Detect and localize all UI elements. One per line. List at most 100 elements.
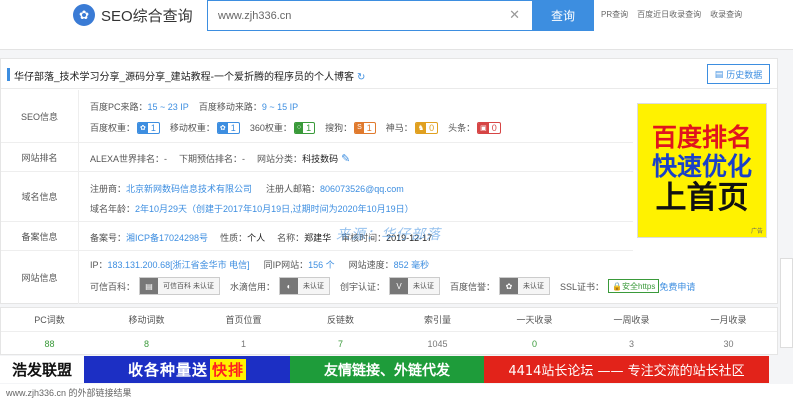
category-value: 科技数码 bbox=[302, 154, 339, 164]
mobile-weight-badge[interactable]: ✿ 1 bbox=[216, 121, 240, 134]
baike-label: 可信百科： bbox=[90, 281, 136, 292]
seo-line2: 百度权重： ✿ 1 移动权重： ✿ 1 360权重： ○ 1 搜狗： S1 神马： ♞… bbox=[90, 121, 501, 134]
stats-header: 首页位置 bbox=[225, 315, 262, 325]
shuiyu-label: 水滴信用： bbox=[229, 281, 275, 292]
side-float-panel[interactable] bbox=[780, 258, 793, 348]
stats-header: PC词数 bbox=[34, 315, 65, 325]
baike-badge[interactable]: ▤ 可信百科 未认证 bbox=[139, 277, 220, 295]
mobile-weight-label: 移动权重： bbox=[169, 123, 215, 133]
ad-banner-right[interactable]: 百度排名 快速优化 上首页 广告 bbox=[637, 103, 767, 238]
icp-number-value[interactable]: 湘ICP备17024298号 bbox=[126, 231, 208, 244]
server-line1: IP： 183.131.200.68[浙江省金华市 电信] 同IP网站： 156… bbox=[90, 258, 429, 271]
ad-youlian[interactable]: 友情链接、外链代发 bbox=[290, 356, 484, 383]
toutiao-label: 头条： bbox=[448, 123, 476, 133]
sogou-badge[interactable]: S1 bbox=[354, 121, 376, 134]
ad-line3: 上首页 bbox=[655, 180, 749, 217]
search-box: ✕ bbox=[207, 0, 533, 31]
history-data-button[interactable]: ▤ 历史数据 bbox=[707, 64, 770, 84]
shield-icon: V bbox=[390, 278, 408, 294]
baidu-weight-badge[interactable]: ✿ 1 bbox=[137, 121, 160, 134]
ssl-label: SSL证书： bbox=[560, 281, 605, 292]
stats-header-row: PC词数 移动词数 首页位置 反链数 索引量 一天收录 一周收录 一月收录 bbox=[1, 308, 777, 332]
s-icon: S bbox=[355, 122, 364, 133]
stats-value: 1045 bbox=[427, 338, 448, 349]
link-index-query[interactable]: 收录查询 bbox=[710, 9, 742, 20]
pc-source-label: 百度PC来路： bbox=[90, 102, 148, 112]
domain-line2: 域名年龄： 2年10月29天（创建于2017年10月19日,过期时间为2020年… bbox=[90, 202, 414, 215]
stats-value[interactable]: 8 bbox=[98, 332, 195, 355]
watermark: 来源：华仔部落 bbox=[336, 227, 441, 243]
forecast-label: 下期预估排名： bbox=[179, 154, 243, 164]
forecast-value: - bbox=[242, 153, 246, 164]
stats-header: 移动词数 bbox=[128, 315, 165, 325]
name-value: 郑建华 bbox=[304, 233, 332, 243]
refresh-icon[interactable]: ↻ bbox=[357, 72, 365, 83]
search-button[interactable]: 查询 bbox=[532, 0, 594, 31]
link-pr-query[interactable]: PR查询 bbox=[601, 9, 628, 20]
stats-header: 反链数 bbox=[326, 315, 354, 325]
registrar-label: 注册商： bbox=[90, 184, 127, 194]
site-logo[interactable]: ✿ SEO综合查询 bbox=[73, 4, 193, 26]
mobile-source-value[interactable]: 9 ~ 15 IP bbox=[262, 102, 298, 112]
speed-value: 852 毫秒 bbox=[393, 260, 430, 270]
rank-line: ALEXA世界排名： - 下期预估排名： - 网站分类： 科技数码 ✎ bbox=[90, 152, 350, 165]
stats-value: 30 bbox=[723, 338, 734, 349]
link-baidu-recent[interactable]: 百度近日收录查询 bbox=[637, 9, 701, 20]
toutiao-icon: ▣ bbox=[478, 122, 489, 133]
circle-icon: ○ bbox=[294, 122, 304, 133]
clear-icon[interactable]: ✕ bbox=[509, 7, 520, 23]
title-bar: 华仔部落_技术学习分享_源码分享_建站教程-一个爱折腾的程序员的个人博客 ↻ ▤ … bbox=[1, 59, 777, 89]
ip-value[interactable]: 183.131.200.68[浙江省金华市 电信] bbox=[108, 258, 250, 271]
domain-label: 域名信息 bbox=[1, 172, 79, 221]
mobile-source-label: 百度移动来路： bbox=[198, 102, 262, 112]
nature-label: 性质： bbox=[220, 233, 248, 243]
seo-info-card: 华仔部落_技术学习分享_源码分享_建站教程-一个爱折腾的程序员的个人博客 ↻ ▤ … bbox=[0, 58, 778, 304]
weight-360-badge[interactable]: ○ 1 bbox=[293, 121, 316, 134]
sogou-label: 搜狗： bbox=[325, 123, 353, 133]
ad-haofa[interactable]: 浩发联盟 bbox=[0, 356, 84, 383]
seo-label: SEO信息 bbox=[1, 90, 79, 142]
history-label: 历史数据 bbox=[726, 69, 763, 80]
search-input[interactable] bbox=[218, 8, 508, 24]
ad-tag: 广告 bbox=[750, 229, 763, 235]
alexa-label: ALEXA世界排名： bbox=[90, 154, 165, 164]
title-accent bbox=[7, 68, 10, 81]
stats-value: 1 bbox=[240, 338, 246, 349]
domain-line1: 注册商： 北京新网数码信息技术有限公司 注册人邮箱： 806073526@qq.… bbox=[90, 182, 404, 195]
row-icp: 备案信息 备案号： 湘ICP备17024298号 性质： 个人 名称： 郑建华 … bbox=[1, 222, 633, 251]
toutiao-badge[interactable]: ▣ 0 bbox=[477, 121, 501, 134]
ad-line1: 百度排名 bbox=[651, 122, 752, 152]
stats-value: 3 bbox=[628, 338, 634, 349]
stats-value[interactable]: 0 bbox=[486, 332, 583, 355]
chuangyu-badge[interactable]: V 未认证 bbox=[389, 277, 440, 295]
baidu-credit-label: 百度信誉： bbox=[450, 281, 496, 292]
ssl-badge[interactable]: 🔒 安全https bbox=[608, 279, 660, 293]
server-label: 网站信息 bbox=[1, 251, 79, 304]
row-server: 网站信息 IP： 183.131.200.68[浙江省金华市 电信] 同IP网站… bbox=[1, 251, 695, 304]
registrar-value[interactable]: 北京新网数码信息技术有限公司 bbox=[126, 182, 252, 195]
drop-icon: ◐ bbox=[279, 278, 298, 294]
ad-line2: 快速优化 bbox=[651, 151, 752, 181]
age-value: 2年10月29天（创建于2017年10月19日,过期时间为2020年10月19日… bbox=[135, 204, 414, 214]
baidu-credit-badge[interactable]: ✿ 未认证 bbox=[499, 277, 551, 295]
shuiyu-badge[interactable]: ◐ 未认证 bbox=[278, 277, 330, 295]
ad-4414[interactable]: 4414站长论坛 —— 专注交流的站长社区 bbox=[484, 356, 769, 383]
pc-source-value[interactable]: 15 ~ 23 IP bbox=[148, 102, 189, 112]
icp-number-label: 备案号： bbox=[90, 233, 127, 243]
stats-header: 一周收录 bbox=[613, 315, 650, 325]
ssl-apply-link[interactable]: 免费申请 bbox=[659, 280, 695, 293]
stats-value[interactable]: 7 bbox=[292, 332, 389, 355]
row-domain: 域名信息 注册商： 北京新网数码信息技术有限公司 注册人邮箱： 80607352… bbox=[1, 172, 633, 222]
row-seo: SEO信息 百度PC来路： 15 ~ 23 IP 百度移动来路： 9 ~ 15 … bbox=[1, 90, 633, 143]
edit-icon[interactable]: ✎ bbox=[341, 152, 350, 165]
horse-icon: ♞ bbox=[415, 122, 427, 133]
same-ip-value[interactable]: 156 个 bbox=[308, 258, 335, 271]
speed-label: 网站速度： bbox=[348, 260, 394, 270]
email-value[interactable]: 806073526@qq.com bbox=[320, 184, 404, 194]
shenma-badge[interactable]: ♞ 0 bbox=[414, 121, 439, 134]
weight-360-label: 360权重： bbox=[249, 123, 292, 133]
paw-icon: ✿ bbox=[500, 278, 519, 294]
ad-kuaipai[interactable]: 收各种量送 快排 bbox=[84, 356, 290, 383]
paw-icon: ✿ bbox=[138, 122, 148, 133]
stats-value[interactable]: 88 bbox=[1, 332, 98, 355]
